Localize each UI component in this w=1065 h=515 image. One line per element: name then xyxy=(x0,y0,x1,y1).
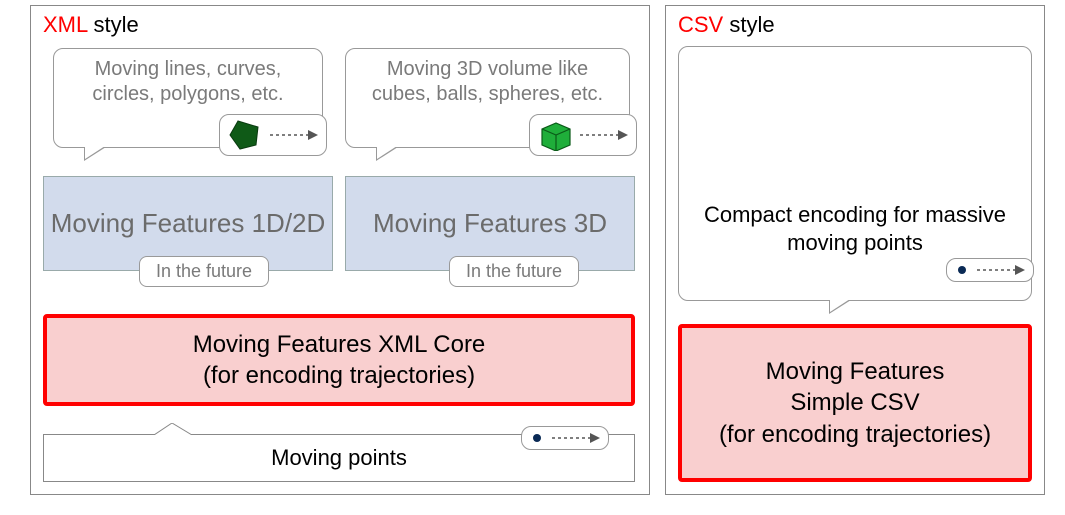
xml-title-rest: style xyxy=(87,12,138,37)
csv-style-panel: CSV style Compact encoding for massive m… xyxy=(665,5,1045,495)
future-badge-2d: In the future xyxy=(139,256,269,287)
csv-panel-title: CSV style xyxy=(678,12,775,38)
dashed-arrow-icon xyxy=(268,128,318,142)
csv-core-label: Moving Features Simple CSV (for encoding… xyxy=(719,356,991,450)
future-label: In the future xyxy=(156,261,252,281)
dashed-arrow-icon xyxy=(975,263,1025,277)
speech-tail-icon xyxy=(376,147,398,161)
csv-accent: CSV xyxy=(678,12,723,37)
xml-accent: XML xyxy=(43,12,87,37)
green-pentagon-icon xyxy=(228,119,262,151)
xml-style-panel: XML style Moving lines, curves, circles,… xyxy=(30,5,650,495)
csv-speech-text: Compact encoding for massive moving poin… xyxy=(689,201,1021,256)
speech-3d-text: Moving 3D volume like cubes, balls, sphe… xyxy=(372,58,603,105)
xml-panel-title: XML style xyxy=(43,12,139,38)
feature-3d-label: Moving Features 3D xyxy=(373,208,607,239)
csv-point-motion-badge xyxy=(946,258,1034,282)
speech-2d-text: Moving lines, curves, circles, polygons,… xyxy=(92,58,283,105)
point-icon xyxy=(955,263,969,277)
dashed-arrow-icon xyxy=(550,431,600,445)
point-motion-badge xyxy=(521,426,609,450)
point-icon xyxy=(530,431,544,445)
speech-tail-icon xyxy=(84,147,106,161)
cube-motion-badge xyxy=(529,114,637,156)
speech-tail-icon xyxy=(154,423,194,435)
future-badge-3d: In the future xyxy=(449,256,579,287)
csv-core-box: Moving Features Simple CSV (for encoding… xyxy=(678,324,1032,482)
green-cube-icon xyxy=(538,119,572,151)
pentagon-motion-badge xyxy=(219,114,327,156)
future-label: In the future xyxy=(466,261,562,281)
xml-core-box: Moving Features XML Core (for encoding t… xyxy=(43,314,635,406)
feature-2d-label: Moving Features 1D/2D xyxy=(51,208,326,239)
speech-tail-icon xyxy=(829,300,851,314)
moving-points-label: Moving points xyxy=(271,445,407,471)
xml-core-label: Moving Features XML Core (for encoding t… xyxy=(193,329,486,391)
csv-title-rest: style xyxy=(723,12,774,37)
dashed-arrow-icon xyxy=(578,128,628,142)
